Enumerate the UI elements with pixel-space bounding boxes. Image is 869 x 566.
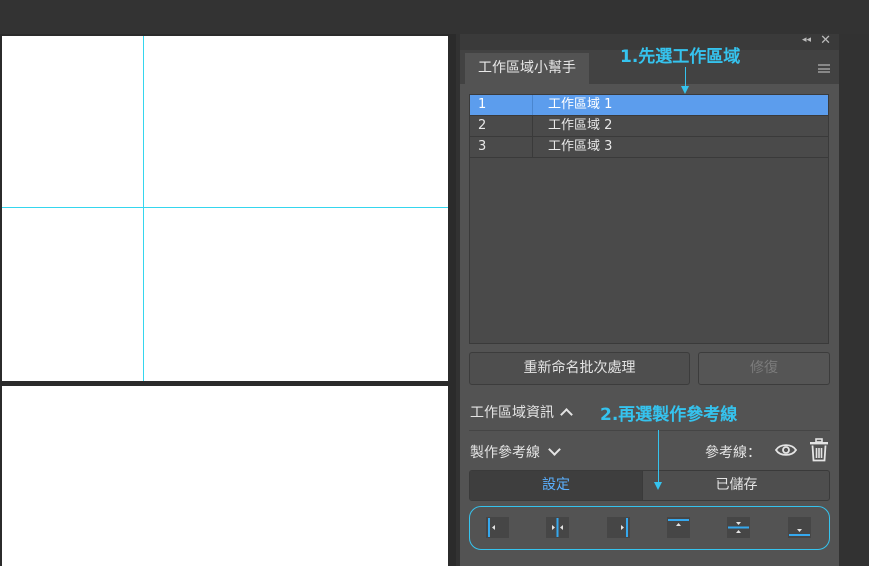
tab-settings[interactable]: 設定 (470, 471, 642, 500)
tab-saved[interactable]: 已儲存 (642, 471, 829, 500)
artboard-row-1[interactable]: 1 工作區域 1 (470, 95, 828, 116)
artboard-list[interactable]: 1 工作區域 1 2 工作區域 2 3 工作區域 3 (469, 94, 829, 344)
step-1-annotation: 1.先選工作區域 (620, 47, 741, 67)
horizontal-guide[interactable] (2, 207, 448, 208)
guide-bottom-icon[interactable] (788, 517, 811, 538)
artboard-1[interactable] (2, 36, 448, 381)
eye-icon[interactable] (775, 442, 797, 458)
app-top-bar (0, 0, 869, 34)
column-divider (532, 137, 533, 157)
artboard-row-3[interactable]: 3 工作區域 3 (470, 137, 828, 158)
guide-right-icon[interactable] (607, 517, 630, 538)
artboard-number: 2 (478, 118, 487, 133)
close-icon[interactable]: ✕ (820, 33, 831, 48)
panel-menu-icon[interactable] (818, 64, 830, 73)
step-2-arrow (658, 430, 659, 482)
artboard-row-2[interactable]: 2 工作區域 2 (470, 116, 828, 137)
batch-rename-button[interactable]: 重新命名批次處理 (469, 352, 690, 385)
chevron-up-icon (560, 408, 573, 421)
artboard-name: 工作區域 1 (548, 97, 613, 112)
artboard-helper-panel: ◂◂ ✕ 工作區域小幫手 1 工作區域 1 2 工作區域 2 3 工作區域 3 … (460, 33, 839, 566)
repair-button[interactable]: 修復 (698, 352, 830, 385)
chevron-down-icon (548, 443, 561, 456)
artboard-number: 3 (478, 139, 487, 154)
artboard-name: 工作區域 2 (548, 118, 613, 133)
step-1-arrow (685, 67, 686, 87)
make-guides-dropdown[interactable]: 製作參考線 (470, 442, 561, 462)
artboard-2[interactable] (2, 386, 448, 566)
step-2-annotation: 2.再選製作參考線 (600, 405, 738, 425)
divider (469, 430, 830, 431)
tab-artboard-helper[interactable]: 工作區域小幫手 (465, 53, 589, 84)
step-2-arrowhead (654, 482, 662, 490)
canvas-area[interactable] (0, 34, 456, 566)
guide-center-horizontal-icon[interactable] (727, 517, 750, 538)
guide-center-vertical-icon[interactable] (546, 517, 569, 538)
step-1-arrowhead (681, 86, 689, 94)
vertical-guide[interactable] (143, 36, 144, 381)
artboard-name: 工作區域 3 (548, 139, 613, 154)
artboard-number: 1 (478, 97, 487, 112)
collapse-icon[interactable]: ◂◂ (802, 35, 811, 45)
guide-mode-toggle: 設定 已儲存 (469, 470, 830, 501)
artboard-info-section-header[interactable]: 工作區域資訊 (470, 402, 573, 422)
column-divider (532, 95, 533, 115)
guide-top-icon[interactable] (667, 517, 690, 538)
guide-position-buttons (469, 506, 830, 550)
make-guides-label: 製作參考線 (470, 445, 540, 461)
guide-left-icon[interactable] (486, 517, 509, 538)
trash-icon[interactable] (809, 438, 829, 462)
guides-label: 參考線： (705, 445, 761, 461)
artboard-info-label: 工作區域資訊 (470, 405, 554, 421)
column-divider (532, 116, 533, 136)
